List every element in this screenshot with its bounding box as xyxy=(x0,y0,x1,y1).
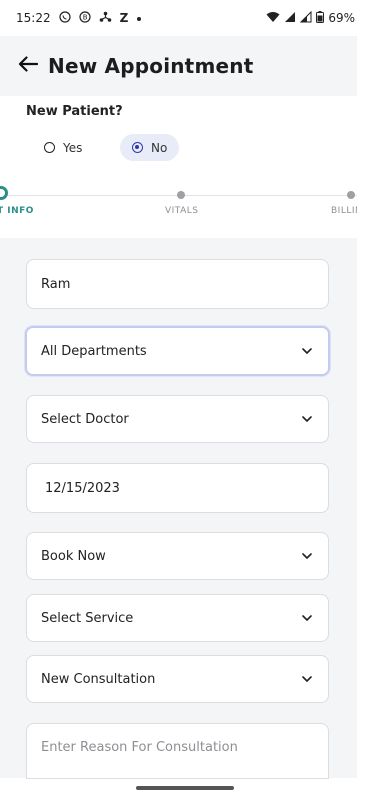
date-value: 12/15/2023 xyxy=(45,480,120,496)
home-indicator[interactable] xyxy=(136,786,234,790)
arrow-left-icon xyxy=(17,55,39,77)
department-value: All Departments xyxy=(41,343,147,359)
consultation-value: New Consultation xyxy=(41,671,156,687)
chevron-down-icon xyxy=(300,611,314,625)
page-title: New Appointment xyxy=(48,54,254,78)
step-active-icon[interactable] xyxy=(0,186,8,200)
patient-name-value: Ram xyxy=(41,276,71,292)
app-bar: New Appointment xyxy=(0,36,357,96)
scrollbar-track xyxy=(357,96,369,778)
consultation-type-select[interactable]: New Consultation xyxy=(26,655,329,703)
back-button[interactable] xyxy=(8,46,48,86)
booking-type-select[interactable]: Book Now xyxy=(26,532,329,580)
radio-yes-label: Yes xyxy=(63,140,83,155)
service-value: Select Service xyxy=(41,610,134,626)
b-icon: B xyxy=(78,11,91,25)
status-right: 69% xyxy=(266,10,355,25)
status-bar: 15:22 B Z 69% xyxy=(0,0,369,36)
radio-circle-icon xyxy=(44,142,55,153)
wifi-icon xyxy=(266,11,280,25)
radio-yes[interactable]: Yes xyxy=(32,134,94,161)
signal-icon xyxy=(284,11,296,25)
chevron-down-icon xyxy=(300,344,314,358)
booking-value: Book Now xyxy=(41,548,106,564)
step-label-info[interactable]: T INFO xyxy=(0,206,34,216)
step-dot-billing[interactable] xyxy=(347,191,355,199)
dot-icon xyxy=(136,13,142,24)
step-label-vitals[interactable]: VITALS xyxy=(165,206,199,216)
battery-icon xyxy=(316,11,325,25)
status-left: 15:22 B Z xyxy=(16,11,142,25)
radio-no[interactable]: No xyxy=(120,134,180,161)
signal-icon-2 xyxy=(300,10,312,25)
date-field[interactable]: 12/15/2023 xyxy=(26,463,329,513)
patient-name-field[interactable]: Ram xyxy=(26,259,329,309)
radio-no-label: No xyxy=(151,140,168,155)
reason-placeholder: Enter Reason For Consultation xyxy=(41,740,238,755)
chevron-down-icon xyxy=(300,672,314,686)
status-time: 15:22 xyxy=(16,11,51,25)
reason-textarea[interactable]: Enter Reason For Consultation xyxy=(26,723,329,779)
z-icon: Z xyxy=(119,11,129,25)
doctor-value: Select Doctor xyxy=(41,411,129,427)
new-patient-label: New Patient? xyxy=(26,104,123,119)
svg-text:B: B xyxy=(82,14,87,22)
doctor-select[interactable]: Select Doctor xyxy=(26,395,329,443)
radio-selected-icon xyxy=(132,142,143,153)
fan-icon xyxy=(99,11,112,25)
battery-percent: 69% xyxy=(328,11,355,25)
whatsapp-icon xyxy=(58,11,71,25)
department-select[interactable]: All Departments xyxy=(25,326,330,376)
step-dot-vitals[interactable] xyxy=(177,191,185,199)
chevron-down-icon xyxy=(300,412,314,426)
chevron-down-icon xyxy=(300,549,314,563)
service-select[interactable]: Select Service xyxy=(26,594,329,642)
patient-section: New Patient? Yes No T INFO VITALS BILLIN… xyxy=(0,96,369,238)
